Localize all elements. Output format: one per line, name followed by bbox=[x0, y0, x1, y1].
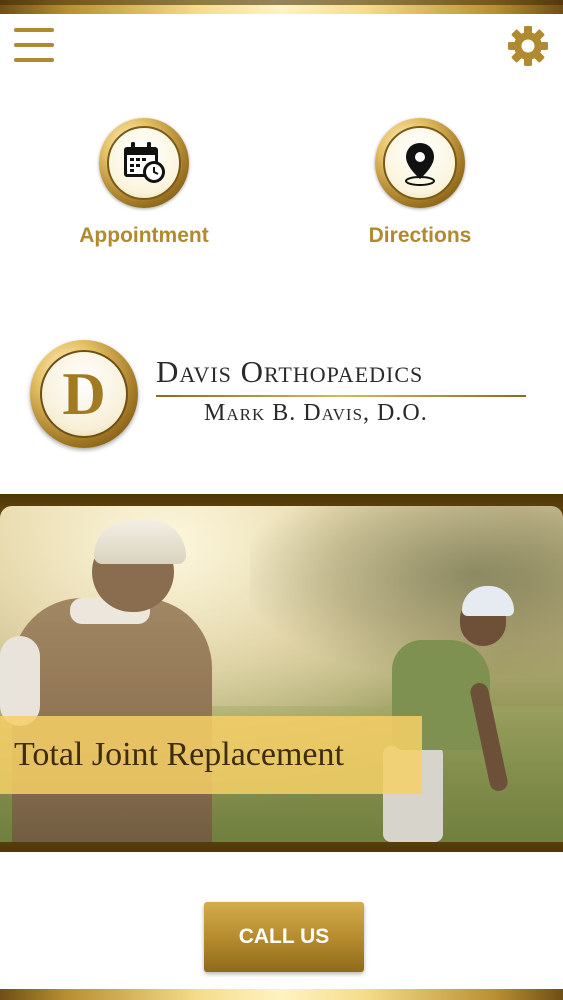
call-us-button[interactable]: CALL US bbox=[204, 902, 364, 972]
hamburger-menu-icon[interactable] bbox=[14, 28, 54, 62]
map-pin-icon bbox=[405, 143, 435, 186]
directions-button[interactable]: Directions bbox=[330, 118, 510, 248]
golfer-figure bbox=[94, 520, 186, 564]
practice-logo: D Davis Orthopaedics Mark B. Davis, D.O. bbox=[30, 340, 540, 450]
logo-seal-letter: D bbox=[40, 350, 128, 438]
appointment-label: Appointment bbox=[79, 224, 209, 247]
menu-line bbox=[14, 28, 54, 32]
bottom-gold-border bbox=[0, 989, 563, 1000]
top-gold-border bbox=[0, 0, 563, 14]
appointment-button[interactable]: Appointment bbox=[54, 118, 234, 248]
hero-caption: Total Joint Replacement bbox=[14, 736, 344, 773]
menu-line bbox=[14, 58, 54, 62]
logo-seal: D bbox=[30, 340, 138, 448]
directions-badge bbox=[375, 118, 465, 208]
menu-line bbox=[14, 43, 54, 47]
gear-icon[interactable] bbox=[506, 24, 550, 68]
doctor-name: Mark B. Davis, D.O. bbox=[204, 400, 428, 426]
golfer-figure bbox=[0, 636, 40, 726]
calendar-clock-icon bbox=[124, 142, 165, 183]
directions-label: Directions bbox=[368, 224, 472, 247]
hero-banner-frame: Total Joint Replacement bbox=[0, 494, 563, 852]
logo-divider bbox=[156, 395, 526, 397]
hero-banner[interactable]: Total Joint Replacement bbox=[0, 506, 563, 842]
practice-name: Davis Orthopaedics bbox=[156, 354, 424, 389]
appointment-badge bbox=[99, 118, 189, 208]
